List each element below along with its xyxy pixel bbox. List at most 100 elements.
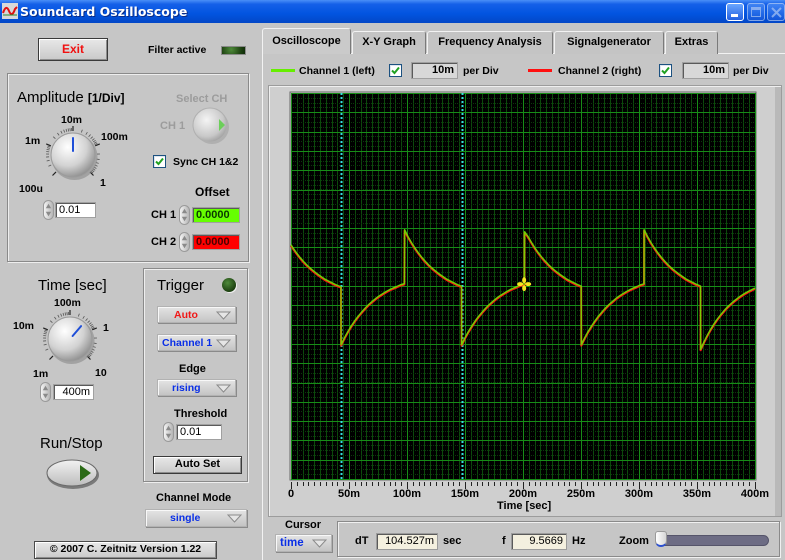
channel-mode-dropdown[interactable]: single [145,509,247,527]
dial-tick [77,313,80,317]
stepper-arrows-icon [181,208,188,222]
trigger-source-value: Channel 1 [162,337,213,349]
f-value: 9.5669 [511,533,567,550]
threshold-label: Threshold [174,408,228,420]
amplitude-dial-label: 1m [25,135,41,147]
x-tick-label: 150m [450,488,480,500]
f-label: f [502,535,506,547]
window-title: Soundcard Oszilloscope [20,4,188,19]
app-icon [2,3,18,19]
dial-tick [85,131,88,135]
threshold-input[interactable]: 0.01 [176,424,222,440]
dial-tick [93,141,97,144]
amplitude-input[interactable]: 0.01 [55,202,96,218]
time-dial-label: 10 [95,367,107,379]
channel-1-per-div-label: per Div [463,65,499,77]
trigger-mode-value: Auto [174,309,198,321]
run-stop-label: Run/Stop [40,435,103,452]
run-stop-button[interactable] [45,458,101,490]
dial-tick [64,312,67,316]
maximize-icon [751,7,761,17]
time-dial-label: 100m [54,297,81,309]
auto-set-button[interactable]: Auto Set [153,456,242,474]
crosshair-lobe [525,282,532,287]
stepper-arrows-icon [45,203,52,217]
dial-tick [63,129,66,133]
tab-xy-graph[interactable]: X-Y Graph [352,31,426,54]
tab-extras[interactable]: Extras [665,31,718,54]
exit-button[interactable]: Exit [38,38,108,61]
chevron-down-icon [216,311,231,320]
amplitude-dial-label: 10m [61,114,83,126]
dial-tick [48,164,52,167]
tab-oscilloscope[interactable]: Oscilloscope [262,28,351,54]
x-tick-label: 350m [682,488,712,500]
chevron-down-icon [312,539,327,548]
zoom-slider-thumb[interactable] [655,531,667,547]
dial-tick [43,332,47,335]
dial-tick [87,320,91,323]
offset-ch1-input[interactable]: 0.0000 [192,207,240,223]
trigger-edge-dropdown[interactable]: rising [157,379,236,396]
time-knob[interactable] [38,307,102,371]
offset-ch2-input[interactable]: 0.0000 [192,234,240,250]
filter-active-label: Filter active [148,44,207,56]
time-dial-label: 10m [13,320,35,332]
threshold-stepper[interactable] [163,422,174,442]
channel-2-label: Channel 2 (right) [558,65,642,77]
tab-frequency-analysis[interactable]: Frequency Analysis [427,31,553,54]
stepper-arrows-icon [42,385,49,399]
dial-tick [88,322,92,325]
channel-2-per-div-input[interactable]: 10m [682,62,729,79]
crosshair-lobe [522,277,527,284]
trigger-group [143,268,248,482]
oscilloscope-graph[interactable] [268,85,782,517]
dial-tick [82,315,85,319]
x-tick-label: 50m [337,488,361,500]
checkmark-icon [391,66,400,75]
minimize-button[interactable] [726,3,744,21]
dial-tick [49,320,53,323]
offset-ch2-label: CH 2 [151,236,177,248]
amplitude-stepper[interactable] [43,200,54,220]
copyright-label: © 2007 C. Zeitnitz Version 1.22 [34,541,217,559]
time-input[interactable]: 400m [53,384,94,400]
channel-1-legend-line [271,69,295,72]
offset-ch2-stepper[interactable] [179,232,190,252]
crosshair-lobe [517,282,524,287]
close-button[interactable] [767,3,785,21]
sync-checkbox[interactable] [153,155,166,168]
dial-tick [47,145,51,148]
select-ch-knob[interactable] [191,106,231,146]
amplitude-title-text: Amplitude [17,89,84,106]
amplitude-knob[interactable] [41,123,105,187]
channel-1-checkbox[interactable] [389,64,402,77]
dial-tick [67,128,70,132]
tab-signalgenerator[interactable]: Signalgenerator [554,31,664,54]
channel-1-per-div-input[interactable]: 10m [411,62,458,79]
trigger-edge-value: rising [172,382,201,394]
cursor-mode-dropdown[interactable]: time [275,534,332,552]
f-unit: Hz [572,535,586,547]
crosshair-lobe [522,285,527,292]
zoom-slider-track[interactable] [657,535,769,546]
chevron-down-icon [216,339,231,348]
maximize-button[interactable] [747,3,765,21]
dial-tick [45,143,52,147]
dial-tick [44,329,48,332]
checkmark-icon [661,66,670,75]
dial-tick [46,159,50,162]
offset-ch1-stepper[interactable] [179,205,190,225]
offset-ch1-label: CH 1 [151,209,177,221]
sync-label: Sync CH 1&2 [173,156,239,168]
x-tick-label: 400m [740,488,770,500]
x-axis-title: Time [sec] [497,500,552,512]
trigger-source-dropdown[interactable]: Channel 1 [157,334,236,351]
time-stepper[interactable] [40,382,51,402]
title-bar[interactable]: Soundcard Oszilloscope [0,0,785,23]
trigger-led [222,278,236,292]
trigger-mode-dropdown[interactable]: Auto [157,306,236,323]
channel-2-checkbox[interactable] [659,64,672,77]
offset-title: Offset [195,185,230,199]
dial-tick [43,331,48,333]
